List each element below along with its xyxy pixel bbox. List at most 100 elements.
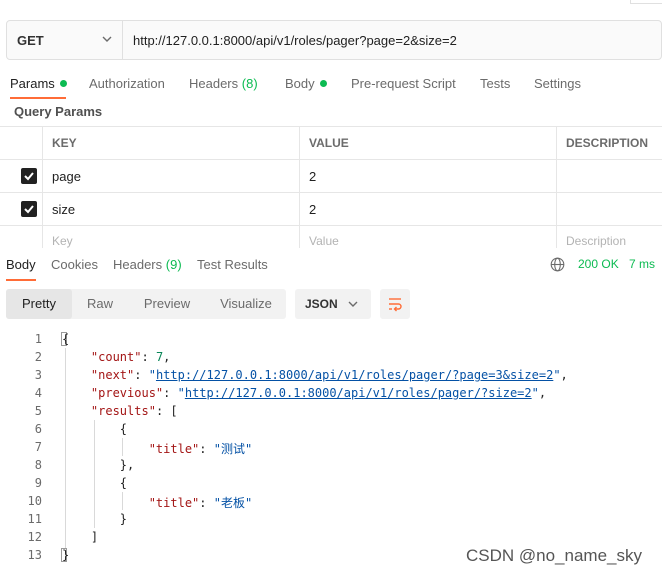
tab-headers-label: Headers <box>189 76 239 91</box>
chevron-down-icon <box>348 301 358 307</box>
tab-params-label: Params <box>10 76 55 91</box>
json-key: "next" <box>90 368 135 382</box>
param-value[interactable]: 2 <box>309 202 316 217</box>
line-number: 4 <box>34 386 42 400</box>
wrap-lines-button[interactable] <box>380 289 410 319</box>
param-key[interactable]: size <box>52 202 75 217</box>
params-active-dot <box>59 80 67 87</box>
line-number: 7 <box>34 440 42 454</box>
format-select-label: JSON <box>305 297 338 311</box>
json-string: "测试" <box>213 442 253 456</box>
tab-settings[interactable]: Settings <box>534 76 581 91</box>
line-number: 1 <box>34 332 42 346</box>
line-number: 10 <box>27 494 42 508</box>
json-number: 7 <box>155 350 164 364</box>
checkmark-icon <box>24 205 34 214</box>
active-response-tab-indicator <box>6 279 36 281</box>
wrap-lines-icon <box>389 298 402 312</box>
param-key[interactable]: page <box>52 169 81 184</box>
chevron-down-icon <box>102 36 112 42</box>
code-line: { <box>62 476 128 490</box>
status-code[interactable]: 200 OK <box>578 257 619 271</box>
line-number: 12 <box>27 530 42 544</box>
line-number: 8 <box>34 458 42 472</box>
visualize-button[interactable]: Visualize <box>206 289 286 319</box>
line-number: 2 <box>34 350 42 364</box>
new-param-description-placeholder[interactable]: Description <box>566 234 626 248</box>
tab-body[interactable]: Body <box>285 76 327 91</box>
column-divider <box>42 126 43 248</box>
request-url-bar: GET http://127.0.0.1:8000/api/v1/roles/p… <box>6 20 662 60</box>
line-number: 3 <box>34 368 42 382</box>
code-line: "next": "http://127.0.0.1:8000/api/v1/ro… <box>90 368 568 382</box>
tab-authorization[interactable]: Authorization <box>89 76 165 91</box>
json-key: "previous" <box>90 386 164 400</box>
table-divider <box>0 225 662 226</box>
response-tab-headers-label: Headers <box>113 257 163 272</box>
code-line: { <box>62 332 70 346</box>
previous-page-link[interactable]: http://127.0.0.1:8000/api/v1/roles/pager… <box>185 386 532 400</box>
column-divider <box>556 126 557 248</box>
table-divider <box>0 159 662 160</box>
url-input[interactable]: http://127.0.0.1:8000/api/v1/roles/pager… <box>133 33 457 48</box>
response-tab-body[interactable]: Body <box>6 257 36 272</box>
format-select[interactable]: JSON <box>295 289 371 319</box>
line-number: 11 <box>27 512 42 526</box>
raw-button[interactable]: Raw <box>72 289 128 319</box>
preview-button[interactable]: Preview <box>128 289 206 319</box>
json-key: "results" <box>90 404 156 418</box>
tab-headers-count: (8) <box>241 76 258 91</box>
column-header-description: DESCRIPTION <box>566 136 649 150</box>
method-label: GET <box>17 33 44 48</box>
active-tab-indicator <box>10 97 66 99</box>
json-key: "title" <box>148 496 200 510</box>
next-page-link[interactable]: http://127.0.0.1:8000/api/v1/roles/pager… <box>156 368 553 382</box>
code-line: { <box>62 422 128 436</box>
query-params-title: Query Params <box>14 104 103 119</box>
body-active-dot <box>319 80 327 87</box>
json-key: "count" <box>90 350 142 364</box>
column-header-key: KEY <box>52 136 77 150</box>
globe-icon[interactable] <box>550 257 565 272</box>
line-number: 9 <box>34 476 42 490</box>
code-line: "title": "老板" <box>148 496 253 510</box>
new-param-key-placeholder[interactable]: Key <box>52 234 73 248</box>
watermark: CSDN @no_name_sky <box>466 546 642 565</box>
code-line: } <box>62 548 70 562</box>
code-line: }, <box>62 458 135 472</box>
json-key: "title" <box>148 442 200 456</box>
column-header-value: VALUE <box>309 136 349 150</box>
response-tab-headers[interactable]: Headers (9) <box>113 257 182 272</box>
table-divider <box>0 192 662 193</box>
column-divider <box>299 126 300 248</box>
tab-params[interactable]: Params <box>10 76 67 91</box>
table-border-top <box>0 126 662 127</box>
code-line: ] <box>62 530 99 544</box>
json-string: "老板" <box>213 496 253 510</box>
response-tab-cookies[interactable]: Cookies <box>51 257 98 272</box>
response-tab-test-results[interactable]: Test Results <box>197 257 268 272</box>
code-line: "results": [ <box>90 404 178 418</box>
line-number: 13 <box>27 548 42 562</box>
tab-prerequest-script[interactable]: Pre-request Script <box>351 76 456 91</box>
line-number: 6 <box>34 422 42 436</box>
response-time[interactable]: 7 ms <box>629 257 655 271</box>
pretty-button[interactable]: Pretty <box>6 289 72 319</box>
param-checkbox[interactable] <box>21 201 37 217</box>
code-line: "title": "测试" <box>148 442 253 456</box>
tab-headers[interactable]: Headers (8) <box>189 76 258 91</box>
param-value[interactable]: 2 <box>309 169 316 184</box>
tab-body-label: Body <box>285 76 315 91</box>
new-param-value-placeholder[interactable]: Value <box>309 234 339 248</box>
code-line: } <box>62 512 128 526</box>
window-edge <box>630 0 662 4</box>
method-select[interactable]: GET <box>7 21 123 59</box>
code-line: "count": 7, <box>90 350 171 364</box>
param-checkbox[interactable] <box>21 168 37 184</box>
query-params-table: KEY VALUE DESCRIPTION page 2 size 2 Key … <box>0 126 662 248</box>
code-line: "previous": "http://127.0.0.1:8000/api/v… <box>90 386 547 400</box>
checkmark-icon <box>24 172 34 181</box>
view-mode-toggle: Pretty Raw Preview Visualize <box>6 289 286 319</box>
tab-tests[interactable]: Tests <box>480 76 510 91</box>
line-number: 5 <box>34 404 42 418</box>
